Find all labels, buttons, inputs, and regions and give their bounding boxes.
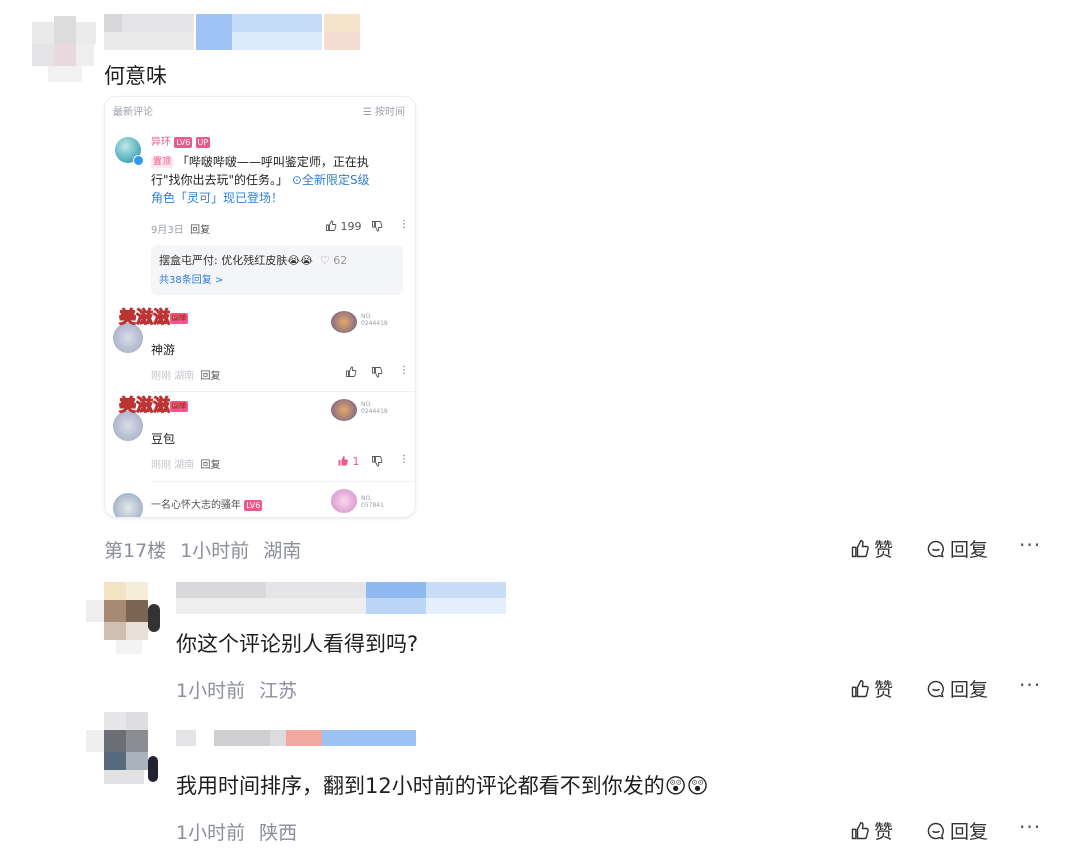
fan-badge-icon — [331, 399, 357, 421]
like-button-reply1[interactable]: 赞 — [850, 675, 893, 702]
avatar-reply1[interactable] — [86, 582, 166, 654]
card-c2-time: 刚刚 湖南 回复 — [151, 371, 221, 382]
reply1-text: 你这个评论别人看得到吗? — [176, 632, 419, 656]
like-button-reply2[interactable]: 赞 — [850, 817, 893, 844]
card-c4-fan-no: NO. 057841 — [361, 495, 384, 509]
card-c3-more-icon: ⋮ — [399, 454, 409, 465]
fan-badge-icon — [331, 311, 357, 333]
card-c3-name-art: 美滋滋 LV6 — [119, 396, 188, 416]
reply-button-comment17[interactable]: 回复 — [926, 535, 988, 562]
card-c2-name-art: 美滋滋 LV6 — [119, 308, 188, 328]
card-header-latest: 最新评论 — [113, 107, 153, 118]
reply-bubble-icon — [927, 822, 944, 839]
card-c1-like: 199 — [325, 220, 362, 233]
reply-button-reply1[interactable]: 回复 — [926, 675, 988, 702]
card-c1-user: 异环 LV6 UP — [151, 136, 211, 148]
avatar-reply2[interactable] — [86, 712, 166, 784]
reply2-text: 我用时间排序，翻到12小时前的评论都看不到你发的😲😲 — [176, 774, 709, 798]
username-blurred-reply1[interactable] — [176, 582, 506, 614]
verified-icon — [133, 155, 144, 166]
card-c3-like: 1 — [337, 455, 360, 468]
reply-bubble-icon — [927, 540, 944, 557]
username-blurred-comment17[interactable] — [104, 14, 362, 54]
card-c1-dislike-icon — [371, 220, 383, 235]
card-c2-fan-no: NO. 0244418 — [361, 313, 388, 327]
card-c2-more-icon: ⋮ — [399, 365, 409, 376]
card-c2-text: 神游 — [151, 343, 176, 357]
thumbs-up-icon — [851, 821, 869, 839]
reply2-meta: 1小时前 陕西 — [176, 822, 298, 844]
card-header-sort: ☰ 按时间 — [362, 107, 405, 118]
like-button-comment17[interactable]: 赞 — [850, 535, 893, 562]
comment17-text: 何意味 — [104, 64, 167, 88]
thumbs-up-icon — [851, 539, 869, 557]
card-c1-date: 9月3日 回复 — [151, 225, 211, 236]
more-button-reply2[interactable]: ··· — [1019, 815, 1041, 839]
reply1-meta: 1小时前 江苏 — [176, 680, 298, 702]
thumbs-up-icon — [851, 679, 869, 697]
more-button-comment17[interactable]: ··· — [1019, 533, 1041, 557]
avatar-c4 — [113, 493, 143, 517]
card-c1-text: 置顶 「哔啵哔啵——呼叫鉴定师，正在执 行"找你出去玩"的任务。」 ⊙全新限定S… — [151, 155, 370, 205]
comment17-meta: 第17楼 1小时前 湖南 — [104, 540, 302, 562]
card-c3-dislike-icon — [371, 455, 383, 470]
fan-badge-icon — [331, 489, 357, 513]
avatar-comment17[interactable] — [18, 12, 98, 84]
reply-bubble-icon — [927, 680, 944, 697]
embedded-screenshot[interactable]: 最新评论 ☰ 按时间 异环 LV6 UP 置顶 「哔啵哔啵——呼叫鉴定师，正在执… — [104, 96, 416, 518]
card-c3-fan-no: NO. 0244418 — [361, 401, 388, 415]
username-blurred-reply2[interactable] — [176, 730, 416, 748]
card-c4-user: 一名心怀大志的骚年 LV6 — [151, 499, 263, 511]
card-c3-text: 豆包 — [151, 432, 176, 446]
card-c2-like-icon — [345, 366, 357, 381]
card-c2-dislike-icon — [371, 366, 383, 381]
card-c1-sub-reply: 摆盒屯严付: 优化残红皮肤😭😭 ♡ 62 共38条回复 > — [151, 245, 403, 295]
reply-button-reply2[interactable]: 回复 — [926, 817, 988, 844]
card-c3-time: 刚刚 湖南 回复 — [151, 460, 221, 471]
more-button-reply1[interactable]: ··· — [1019, 673, 1041, 697]
card-c1-more-icon: ⋮ — [399, 219, 409, 230]
